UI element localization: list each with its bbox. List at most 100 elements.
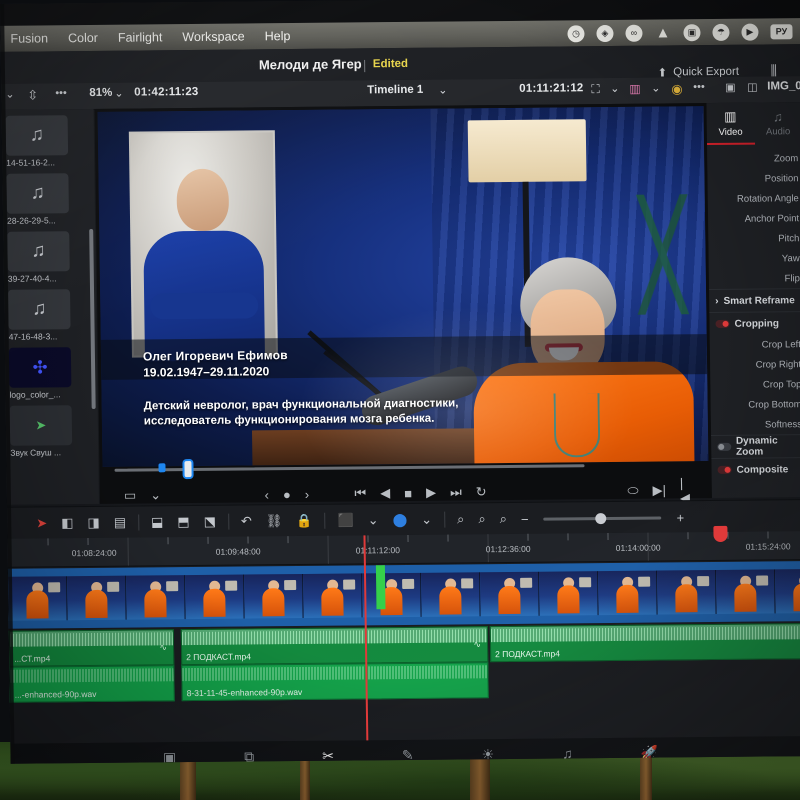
timeline-chevron-icon[interactable]: ⌄ (438, 84, 447, 97)
menu-item-fusion[interactable]: Fusion (0, 31, 58, 46)
scrubber-marker[interactable] (158, 463, 166, 473)
flag-icon[interactable]: ⬛ (330, 512, 360, 528)
lock-track-icon[interactable]: 🔒 (289, 513, 319, 529)
loop-range-icon[interactable]: ⬭ (620, 483, 645, 499)
selection-arrow-icon[interactable]: ➤ (29, 515, 54, 531)
fast-forward-icon[interactable]: ⏭ (443, 484, 469, 500)
zoom-detail-icon[interactable]: ⌕ (471, 511, 493, 527)
section-composite[interactable]: Composite (711, 457, 800, 482)
more-options-icon[interactable]: ••• (55, 87, 67, 99)
zoom-in-button[interactable]: + (669, 510, 691, 525)
trim-edit-icon[interactable]: ◧ (54, 515, 81, 531)
jump-to-start-icon[interactable]: ⏮ (347, 485, 373, 501)
vlc-icon[interactable]: ▲ (654, 24, 671, 41)
marker-chevron-icon[interactable]: ⌄ (414, 512, 439, 528)
marker-icon[interactable]: ⬤ (386, 512, 415, 528)
inspector-row-rotation-angle[interactable]: Rotation Angle (708, 188, 800, 209)
fit-screen-icon[interactable]: ⛶ (591, 82, 600, 97)
video-track[interactable] (7, 561, 800, 629)
inspector-row-anchor-point[interactable]: Anchor Point (708, 208, 800, 229)
sort-icon[interactable]: ⇳ (27, 87, 38, 103)
mark-out-icon[interactable]: ▶| (645, 482, 673, 498)
toolbar-chevron[interactable]: ⌄ (5, 88, 14, 101)
inspector-row-crop-bottom[interactable]: Crop Bottom (711, 394, 800, 415)
fade-handle-icon[interactable]: ∿ (159, 642, 167, 653)
inspector-row-yaw[interactable]: Yaw (709, 248, 800, 269)
media-item[interactable]: ➤ Звук Свуш ... (9, 405, 91, 458)
timeline-name-label[interactable]: Timeline 1 (367, 84, 423, 97)
zoom-level-label[interactable]: 81% (89, 87, 112, 99)
scrubber-playhead[interactable] (184, 461, 192, 478)
stop-icon[interactable]: ■ (397, 485, 419, 500)
input-source-indicator[interactable]: РУ (770, 23, 793, 39)
video-clip[interactable] (7, 561, 800, 629)
audio-tracks[interactable]: ∿ ...СТ.mp4 ∿ 2 ПОДКАСТ.mp4 2 ПОДКАСТ.mp… (8, 623, 800, 703)
page-media[interactable]: ▣ (157, 745, 183, 764)
section-smart-reframe[interactable]: › Smart Reframe (709, 288, 800, 313)
audio-clip[interactable]: ∿ 2 ПОДКАСТ.mp4 (180, 626, 489, 666)
dynamic-trim-icon[interactable]: ◨ (80, 515, 107, 531)
subtitle-icon[interactable]: ▥ (629, 82, 641, 96)
dropbox-icon[interactable]: ◈ (596, 24, 614, 42)
timeline-panel[interactable]: 01:08:24:00 01:09:48:00 01:11:12:00 01:1… (7, 525, 800, 744)
menu-item-workspace[interactable]: Workspace (172, 29, 254, 44)
tab-audio[interactable]: ♫ Audio (754, 102, 800, 144)
fade-handle-icon[interactable]: ∿ (473, 639, 481, 650)
audio-clip[interactable]: ...-enhanced-90p.wav (9, 665, 175, 703)
snapping-icon[interactable]: ↶ (234, 513, 259, 529)
cloud-icon[interactable]: ☂ (712, 23, 730, 41)
frame-icon[interactable]: ▭ (117, 487, 144, 503)
insert-clip-icon[interactable]: ⬓ (144, 514, 171, 530)
zoom-fit-icon[interactable]: ⌕ (450, 511, 472, 527)
inspector-row-crop-top[interactable]: Crop Top (710, 374, 800, 395)
section-dynamic-zoom[interactable]: Dynamic Zoom (711, 434, 800, 459)
zoom-out-button[interactable]: − (514, 511, 536, 526)
inspector-row-pitch[interactable]: Pitch (708, 228, 800, 249)
overwrite-clip-icon[interactable]: ⬒ (170, 514, 197, 530)
audio-clip[interactable]: 2 ПОДКАСТ.mp4 (489, 623, 800, 663)
vpn-icon[interactable]: ∞ (625, 24, 643, 42)
menu-item-color[interactable]: Color (58, 31, 108, 45)
inspector-row-crop-right[interactable]: Crop Right (710, 354, 800, 375)
inspector-row-position[interactable]: Position (707, 168, 800, 189)
viewer-more-icon[interactable]: ••• (693, 81, 705, 93)
audio-clip[interactable]: ∿ ...СТ.mp4 (8, 629, 175, 667)
dynamic-zoom-toggle[interactable] (717, 442, 732, 451)
subtitle-chevron-icon[interactable]: ⌄ (651, 82, 660, 95)
media-pool-scrollbar[interactable] (89, 228, 96, 409)
clock-icon[interactable]: ◷ (567, 24, 585, 42)
media-item[interactable]: ✣ logo_color_... (8, 347, 90, 400)
play-icon[interactable]: ▶ (741, 23, 759, 41)
keyframe-icon[interactable]: ● (276, 487, 298, 502)
viewer-video-frame[interactable]: Олег Игоревич Ефимов 19.02.1947–29.11.20… (97, 106, 709, 467)
replace-clip-icon[interactable]: ⬔ (197, 514, 224, 530)
image-icon[interactable]: ▣ (725, 81, 736, 94)
flag-chevron-icon[interactable]: ⌄ (361, 512, 386, 528)
playhead-handle[interactable] (713, 525, 728, 543)
section-cropping[interactable]: Cropping (709, 311, 800, 336)
fit-chevron-icon[interactable]: ⌄ (610, 82, 619, 95)
media-item[interactable]: ♫ 47-16-48-3... (8, 289, 89, 342)
timeline-zoom-slider[interactable] (543, 512, 662, 524)
play-reverse-icon[interactable]: ◀ (373, 485, 397, 501)
display-icon[interactable]: ▣ (683, 23, 701, 41)
inspector-row-zoom[interactable]: Zoom (707, 148, 800, 169)
next-keyframe-icon[interactable]: › (298, 486, 317, 501)
zoom-chevron-icon[interactable]: ⌄ (114, 87, 123, 100)
linked-selection-icon[interactable]: ⛓ (259, 513, 290, 529)
color-wheel-icon[interactable]: ◉ (671, 81, 683, 97)
prev-keyframe-icon[interactable]: ‹ (257, 487, 276, 502)
chevron-down-icon[interactable]: ⌄ (143, 487, 168, 503)
razor-icon[interactable]: ▤ (107, 515, 134, 531)
split-view-icon[interactable]: ◫ (747, 81, 758, 94)
media-item[interactable]: ♫ 14-51-16-2... (5, 115, 87, 168)
menu-item-fairlight[interactable]: Fairlight (108, 30, 173, 45)
play-icon[interactable]: ▶ (419, 485, 443, 501)
loop-icon[interactable]: ↻ (469, 484, 494, 500)
zoom-full-icon[interactable]: ⌕ (493, 511, 515, 527)
inspector-row-softness[interactable]: Softness (711, 414, 800, 435)
cropping-toggle[interactable] (715, 319, 730, 328)
inspector-row-flip[interactable]: Flip (709, 268, 800, 289)
inspector-row-crop-left[interactable]: Crop Left (710, 334, 800, 355)
menu-item-help[interactable]: Help (255, 29, 301, 43)
